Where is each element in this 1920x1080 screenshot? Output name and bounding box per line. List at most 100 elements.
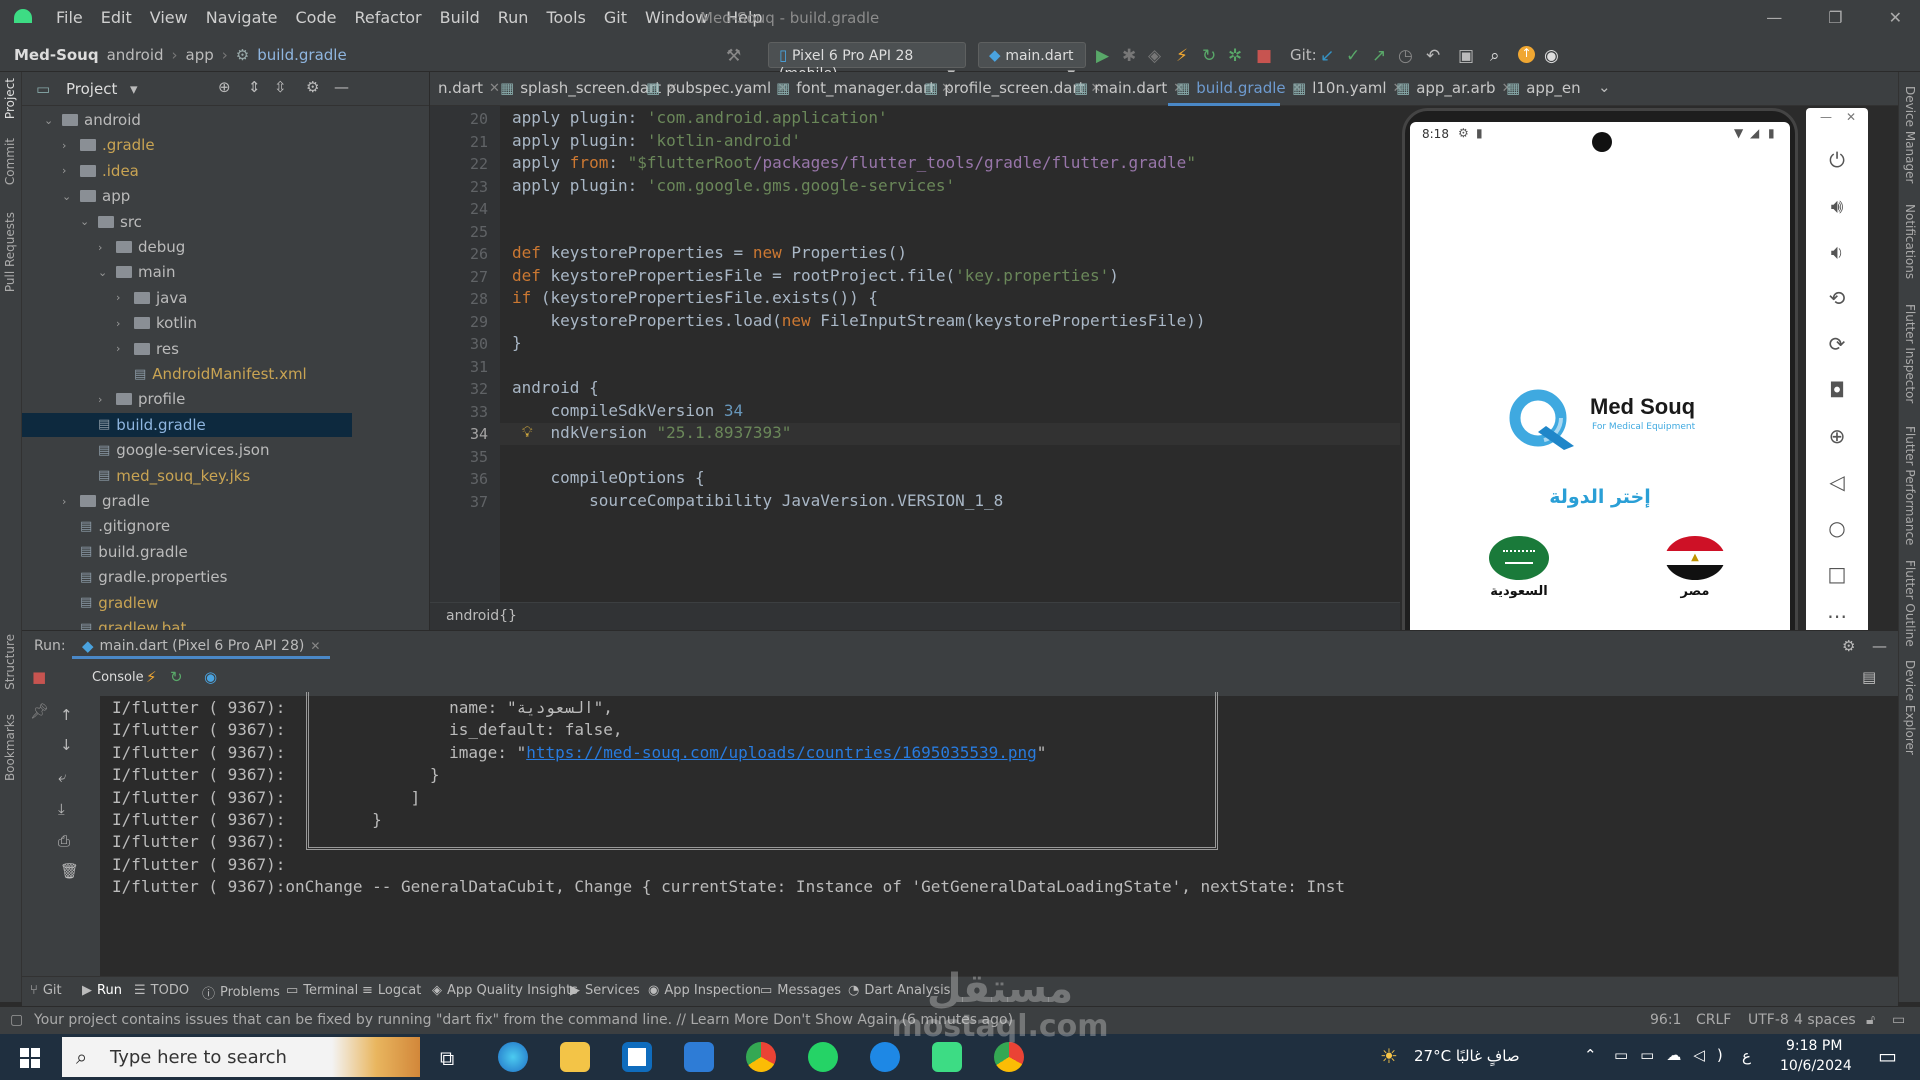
weather-icon[interactable]: ☀ (1380, 1044, 1398, 1068)
chevron-right-icon[interactable]: › (98, 393, 110, 406)
tree-item[interactable]: ⌄ android (22, 108, 352, 132)
clock-time[interactable]: 9:18 PM (1786, 1038, 1842, 1054)
hot-restart-icon[interactable]: ↻ (1202, 46, 1216, 66)
tool-window-pull-requests[interactable]: Pull Requests (3, 212, 17, 292)
task-view-icon[interactable]: ⧉ (440, 1046, 454, 1070)
breadcrumb-file[interactable]: build.gradle (257, 46, 346, 64)
editor-tab[interactable]: n.dart ✕ (438, 79, 500, 97)
chevron-down-icon[interactable]: ⌄ (98, 266, 110, 279)
hot-restart-icon[interactable]: ↻ (170, 668, 183, 686)
tool-window-device-explorer[interactable]: Device Explorer (1903, 660, 1917, 755)
file-encoding[interactable]: UTF-8 (1748, 1012, 1789, 1028)
trash-icon[interactable]: 🗑︎ (60, 862, 79, 880)
project-panel-title[interactable]: Project (66, 80, 117, 98)
tool-window-logcat[interactable]: ≡ Logcat (362, 983, 421, 998)
country-saudi[interactable]: السعودية (1476, 536, 1562, 606)
tool-window-device-manager[interactable]: Device Manager (1903, 86, 1917, 183)
pin-icon[interactable]: 📌︎ (30, 702, 49, 720)
device-selector[interactable]: ▯ Pixel 6 Pro API 28 (mobile) ▾ (768, 42, 966, 82)
stop-icon[interactable]: ■ (1256, 46, 1272, 66)
chevron-down-icon[interactable]: ⌄ (44, 114, 56, 127)
tree-item[interactable]: › .gradle (22, 133, 352, 157)
menu-refactor[interactable]: Refactor (354, 8, 421, 27)
chevron-right-icon[interactable]: › (62, 495, 74, 508)
close-icon[interactable]: ✕ (1889, 8, 1902, 27)
tool-window-commit[interactable]: Commit (3, 138, 17, 185)
chevron-right-icon[interactable]: › (98, 241, 110, 254)
tree-item[interactable]: ▤ build.gradle (22, 412, 352, 437)
input-language[interactable]: ع (1742, 1047, 1751, 1065)
close-tab-icon[interactable]: ✕ (489, 81, 500, 96)
home-icon[interactable]: ○ (1806, 516, 1868, 540)
debug-icon[interactable]: ✱ (1122, 46, 1136, 66)
rollback-icon[interactable]: ↶ (1426, 46, 1440, 66)
tree-item[interactable]: › java (22, 286, 352, 310)
git-commit-icon[interactable]: ✓ (1346, 46, 1360, 66)
lock-icon[interactable]: 🔓︎ (1866, 1012, 1875, 1028)
run-tab[interactable]: ◆ main.dart (Pixel 6 Pro API 28) ✕ (72, 635, 331, 659)
taskbar-search[interactable]: ⌕ Type here to search (62, 1037, 420, 1077)
tree-item[interactable]: › debug (22, 235, 352, 259)
back-icon[interactable]: ◁ (1806, 470, 1868, 494)
tree-item[interactable]: ▤ AndroidManifest.xml (22, 362, 352, 386)
rotate-left-icon[interactable]: ⟲ (1806, 286, 1868, 310)
editor-tab[interactable]: ▦ pubspec.yaml ✕ (646, 79, 788, 97)
tool-window-app-quality-insights[interactable]: ◈ App Quality Insights (432, 983, 578, 998)
memory-icon[interactable]: ▭ (1892, 1012, 1905, 1028)
devtools-icon[interactable]: ◉ (204, 668, 217, 686)
hide-icon[interactable]: — (334, 78, 349, 96)
tree-item[interactable]: ▤ .gitignore (22, 514, 352, 538)
tree-item[interactable]: › profile (22, 387, 352, 411)
hide-icon[interactable]: — (1872, 637, 1887, 655)
layout-icon[interactable]: ▤ (1862, 668, 1876, 686)
editor-tab[interactable]: ▦ app_en (1506, 79, 1581, 97)
tree-item[interactable]: ⌄ app (22, 184, 352, 208)
android-studio-taskbar-icon[interactable] (932, 1042, 962, 1072)
tool-window-notifications[interactable]: Notifications (1903, 204, 1917, 279)
menu-navigate[interactable]: Navigate (206, 8, 278, 27)
camera-icon[interactable]: ◘ (1806, 378, 1868, 402)
tree-item[interactable]: ⌄ main (22, 260, 352, 284)
weather-text[interactable]: 27°C صافٍ غالبًا (1414, 1047, 1520, 1065)
microsoft-store-icon[interactable] (622, 1042, 652, 1072)
arrow-down-icon[interactable]: ↓ (60, 736, 73, 754)
menu-run[interactable]: Run (498, 8, 529, 27)
more-icon[interactable]: ⋯ (1806, 604, 1868, 628)
editor-tab[interactable]: ▦ main.dart ✕ (1074, 79, 1184, 97)
indent-setting[interactable]: 4 spaces (1794, 1012, 1856, 1028)
tray-icons[interactable]: ▭▭☁◁) (1614, 1046, 1735, 1064)
chevron-right-icon[interactable]: › (62, 139, 74, 152)
tree-item[interactable]: › gradle (22, 489, 352, 513)
history-icon[interactable]: ◷ (1398, 46, 1413, 66)
update-icon[interactable]: ↑ (1518, 46, 1535, 63)
minimize-icon[interactable]: — (1820, 110, 1832, 124)
breadcrumb-app[interactable]: app (186, 46, 214, 64)
clock-date[interactable]: 10/6/2024 (1780, 1058, 1852, 1074)
tool-window-todo[interactable]: ☰ TODO (134, 983, 189, 998)
intention-bulb-icon[interactable]: 💡︎ (522, 423, 533, 441)
chrome-profile-icon[interactable] (994, 1042, 1024, 1072)
power-icon[interactable]: ⏻ (1806, 148, 1868, 172)
close-icon[interactable]: ✕ (310, 639, 320, 653)
notifications-icon[interactable]: ▭ (1878, 1044, 1897, 1068)
chevron-right-icon[interactable]: › (62, 164, 74, 177)
gear-icon[interactable]: ⚙ (306, 78, 319, 96)
code-editor[interactable]: apply plugin: 'com.android.application' a… (500, 106, 1400, 602)
tool-window-structure[interactable]: Structure (3, 634, 17, 690)
tool-window-services[interactable]: ▶ Services (570, 983, 640, 998)
console-output[interactable]: I/flutter ( 9367): name: "السعودية", I/fl… (100, 692, 1898, 976)
run-config-selector[interactable]: ◆ main.dart ▾ (978, 42, 1086, 82)
tree-item[interactable]: ▤ gradle.properties (22, 565, 352, 589)
arrow-up-icon[interactable]: ↑ (60, 706, 73, 724)
menu-git[interactable]: Git (604, 8, 627, 27)
menu-file[interactable]: File (56, 8, 83, 27)
hot-reload-icon[interactable]: ⚡ (146, 668, 157, 686)
chevron-down-icon[interactable]: ⌄ (80, 215, 92, 228)
country-egypt[interactable]: ▲ مصر (1652, 536, 1738, 606)
windows-start-icon[interactable] (20, 1048, 40, 1068)
line-separator[interactable]: CRLF (1696, 1012, 1731, 1028)
gear-icon[interactable]: ⚙ (1842, 637, 1855, 655)
app-icon[interactable] (870, 1042, 900, 1072)
tree-item[interactable]: › res (22, 337, 352, 361)
status-message[interactable]: Your project contains issues that can be… (34, 1012, 1013, 1028)
